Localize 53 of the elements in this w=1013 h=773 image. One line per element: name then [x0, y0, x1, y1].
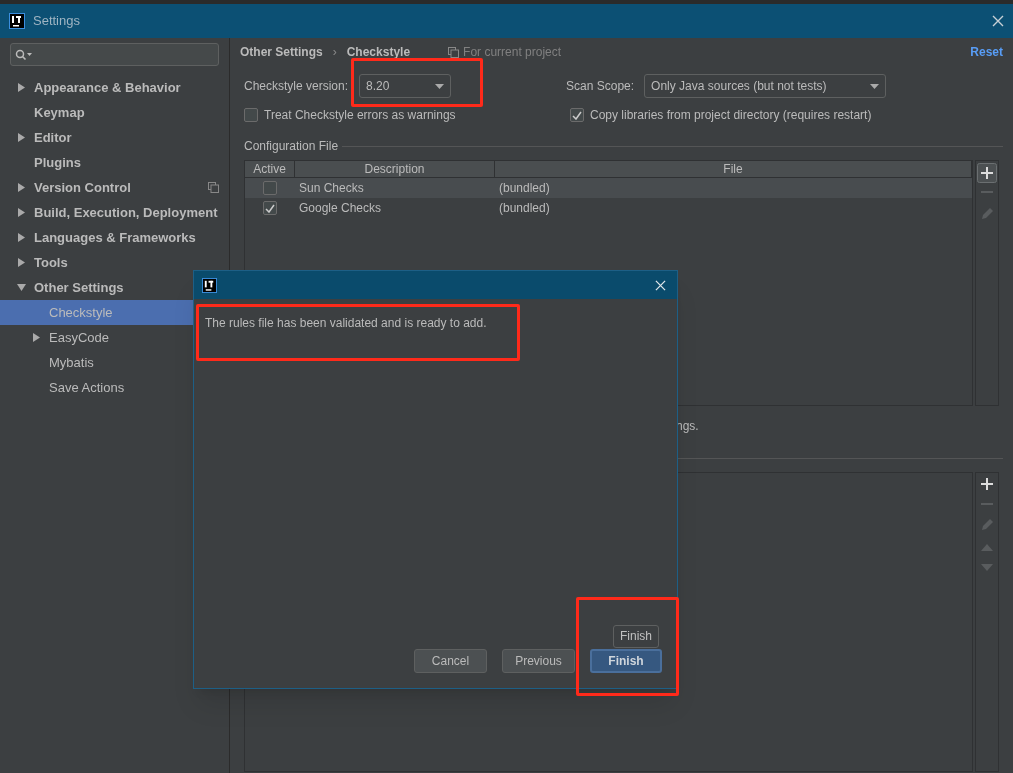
section-title: Configuration File	[244, 138, 339, 155]
checkbox-label[interactable]: Treat Checkstyle errors as warnings	[264, 106, 456, 124]
close-icon[interactable]	[992, 15, 1004, 27]
tree-item[interactable]: Tools	[0, 250, 229, 275]
scope-note: For current project	[463, 44, 562, 61]
column-header[interactable]: File	[495, 161, 972, 177]
copy-icon	[448, 46, 460, 58]
dropdown-arrow-icon	[435, 83, 445, 89]
collapsed-arrow-icon[interactable]	[32, 333, 41, 342]
checkbox[interactable]	[244, 108, 258, 122]
tree-item[interactable]: Languages & Frameworks	[0, 225, 229, 250]
window-title: Settings	[33, 12, 80, 31]
tree-item[interactable]: Version Control	[0, 175, 229, 200]
table-row[interactable]: Google Checks (bundled)	[245, 198, 972, 218]
column-header[interactable]: Description	[295, 161, 495, 177]
checkbox[interactable]	[570, 108, 584, 122]
tree-item[interactable]: Keymap	[0, 100, 229, 125]
field-label: Checkstyle version:	[244, 78, 349, 95]
dialog-button[interactable]: Cancel	[414, 649, 487, 673]
add-icon[interactable]	[977, 163, 997, 183]
search-icon	[15, 48, 33, 61]
tree-item[interactable]: Build, Execution, Deployment	[0, 200, 229, 225]
reset-link[interactable]: Reset	[970, 43, 1003, 61]
app-logo-icon	[202, 277, 217, 293]
collapsed-arrow-icon[interactable]	[17, 133, 26, 142]
field-label: Scan Scope:	[566, 78, 635, 95]
collapsed-arrow-icon[interactable]	[17, 258, 26, 267]
breadcrumb-item[interactable]: Other Settings	[240, 43, 323, 61]
app-logo-icon	[9, 13, 25, 29]
dialog-button[interactable]: Finish	[590, 649, 662, 673]
checkbox[interactable]	[263, 181, 277, 195]
checkbox-label[interactable]: Copy libraries from project directory (requires restart)	[590, 106, 872, 124]
tree-item[interactable]: Editor	[0, 125, 229, 150]
collapsed-arrow-icon[interactable]	[17, 83, 26, 92]
column-header[interactable]: Active	[245, 161, 295, 177]
table-row[interactable]: Sun Checks (bundled)	[245, 178, 972, 198]
tree-item[interactable]: Appearance & Behavior	[0, 75, 229, 100]
collapsed-arrow-icon[interactable]	[17, 233, 26, 242]
scan-scope-dropdown[interactable]: Only Java sources (but not tests)	[644, 74, 887, 98]
collapsed-arrow-icon[interactable]	[17, 183, 26, 192]
close-icon[interactable]	[655, 279, 666, 291]
checkbox[interactable]	[263, 201, 277, 215]
dialog-button[interactable]: Previous	[502, 649, 575, 673]
tree-item[interactable]: Other Settings	[0, 275, 229, 300]
breadcrumb-item[interactable]: Checkstyle	[346, 43, 411, 61]
dropdown-arrow-icon	[870, 83, 880, 89]
expanded-arrow-icon[interactable]	[17, 283, 26, 292]
tooltip: Finish	[613, 625, 659, 648]
version-dropdown[interactable]: 8.20	[359, 74, 452, 98]
search-field[interactable]	[10, 43, 219, 66]
tree-item[interactable]: Plugins	[0, 150, 229, 175]
collapsed-arrow-icon[interactable]	[17, 208, 26, 217]
breadcrumb-separator: ›	[332, 44, 337, 61]
